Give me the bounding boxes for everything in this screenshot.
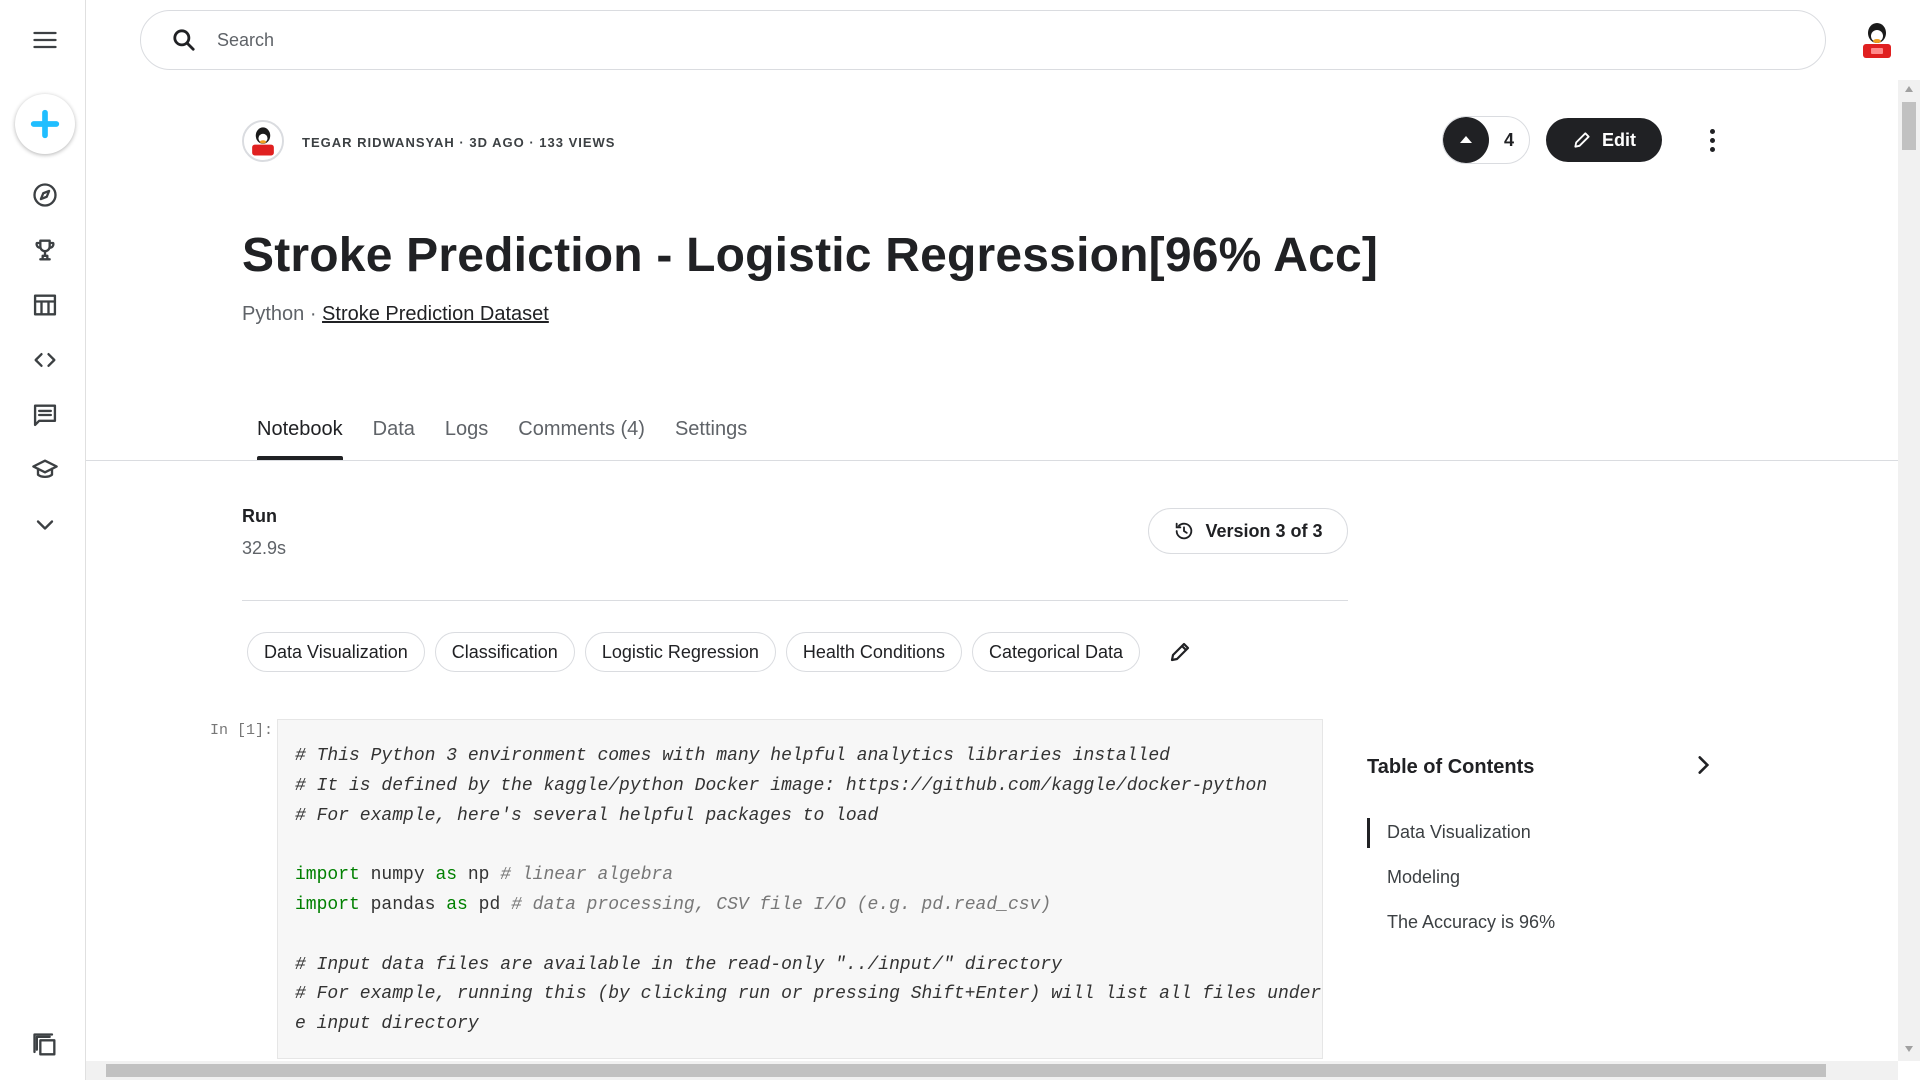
code-line: import pandas as pd # data processing, C…	[295, 894, 1052, 915]
chevron-down-icon[interactable]	[27, 507, 63, 543]
code-line: # For example, running this (by clicking…	[295, 984, 1323, 1005]
code-line: # This Python 3 environment comes with m…	[295, 746, 1170, 766]
code-line: # It is defined by the kaggle/python Doc…	[295, 775, 1268, 796]
create-button[interactable]	[15, 94, 75, 154]
pencil-icon	[1170, 642, 1190, 662]
scroll-down-arrow-icon[interactable]	[1905, 1046, 1913, 1052]
page-title: Stroke Prediction - Logistic Regression[…	[242, 229, 1379, 282]
tab-logs[interactable]: Logs	[430, 418, 503, 460]
edit-button[interactable]: Edit	[1546, 118, 1662, 162]
upvote-button[interactable]	[1443, 117, 1489, 163]
search-bar[interactable]	[140, 10, 1826, 70]
plus-icon	[30, 109, 60, 139]
dataset-link[interactable]: Stroke Prediction Dataset	[322, 303, 549, 325]
edit-tags-button[interactable]	[1162, 634, 1198, 670]
scroll-up-arrow-icon[interactable]	[1905, 86, 1913, 92]
more-options-button[interactable]	[1700, 122, 1724, 158]
history-icon	[1176, 522, 1193, 540]
notebook-meta: Tegar Ridwansyah · 3d ago · 133 views	[302, 135, 616, 150]
toc-collapse-button[interactable]	[1690, 752, 1716, 778]
copy-icon[interactable]	[27, 1027, 63, 1063]
run-time: 32.9s	[242, 538, 287, 558]
comments-icon[interactable]	[27, 397, 63, 433]
code-line: import numpy as np # linear algebra	[295, 865, 674, 886]
upvote-widget: 4	[1442, 116, 1530, 164]
table-icon[interactable]	[27, 287, 63, 323]
code-icon[interactable]	[27, 342, 63, 378]
run-label: Run	[242, 506, 277, 526]
code-line: # Input data files are available in the …	[295, 954, 1062, 975]
toc-item-modeling[interactable]: Modeling	[1387, 867, 1460, 888]
view-count: 133 views	[539, 135, 616, 150]
author-name[interactable]: Tegar Ridwansyah	[302, 135, 455, 150]
pencil-icon	[1574, 132, 1590, 148]
toc-active-indicator	[1367, 818, 1370, 848]
code-line: e input directory	[295, 1014, 479, 1035]
graduation-cap-icon[interactable]	[27, 452, 63, 488]
caret-up-icon	[1460, 136, 1472, 143]
horizontal-scrollbar[interactable]	[86, 1061, 1898, 1080]
upvote-count: 4	[1503, 129, 1514, 150]
run-divider	[242, 600, 1348, 601]
left-nav-rail	[0, 0, 86, 1080]
language-label: Python	[242, 303, 305, 325]
tabs-divider	[86, 460, 1900, 461]
toc-title: Table of Contents	[1367, 756, 1535, 778]
horizontal-scroll-thumb[interactable]	[106, 1064, 1826, 1077]
search-icon	[173, 29, 195, 51]
trophy-icon[interactable]	[27, 232, 63, 268]
tab-comments[interactable]: Comments (4)	[503, 418, 660, 460]
vertical-scrollbar[interactable]	[1898, 80, 1920, 1061]
notebook-age: 3d ago	[469, 135, 525, 150]
compass-icon[interactable]	[27, 177, 63, 213]
tag-logistic-regression[interactable]: Logistic Regression	[584, 632, 776, 672]
cell-prompt: In [1]:	[210, 722, 274, 739]
version-label: Version 3 of 3	[1205, 520, 1323, 541]
toc-item-accuracy[interactable]: The Accuracy is 96%	[1387, 912, 1555, 933]
version-button[interactable]: Version 3 of 3	[1148, 508, 1348, 554]
more-vert-icon	[1709, 128, 1715, 134]
search-input[interactable]	[217, 29, 1717, 51]
tab-data[interactable]: Data	[358, 418, 430, 460]
tag-categorical-data[interactable]: Categorical Data	[971, 632, 1141, 672]
user-avatar[interactable]	[1856, 18, 1898, 60]
tag-health-conditions[interactable]: Health Conditions	[785, 632, 962, 672]
menu-icon[interactable]	[27, 22, 63, 58]
code-line: # For example, here's several helpful pa…	[295, 805, 879, 826]
vertical-scroll-thumb[interactable]	[1902, 102, 1916, 150]
notebook-subtitle: Python · Stroke Prediction Dataset	[242, 303, 549, 325]
tag-classification[interactable]: Classification	[434, 632, 575, 672]
chevron-right-icon	[1698, 756, 1710, 774]
author-avatar[interactable]	[242, 120, 284, 162]
tab-settings[interactable]: Settings	[660, 418, 762, 460]
toc-item-data-visualization[interactable]: Data Visualization	[1387, 822, 1531, 843]
notebook-tabs: Notebook Data Logs Comments (4) Settings	[242, 418, 762, 460]
edit-label: Edit	[1602, 129, 1636, 150]
code-cell[interactable]: # This Python 3 environment comes with m…	[277, 719, 1323, 1059]
tag-data-visualization[interactable]: Data Visualization	[247, 632, 425, 672]
tag-list: Data Visualization Classification Logist…	[247, 632, 1198, 672]
tab-notebook[interactable]: Notebook	[242, 418, 358, 460]
